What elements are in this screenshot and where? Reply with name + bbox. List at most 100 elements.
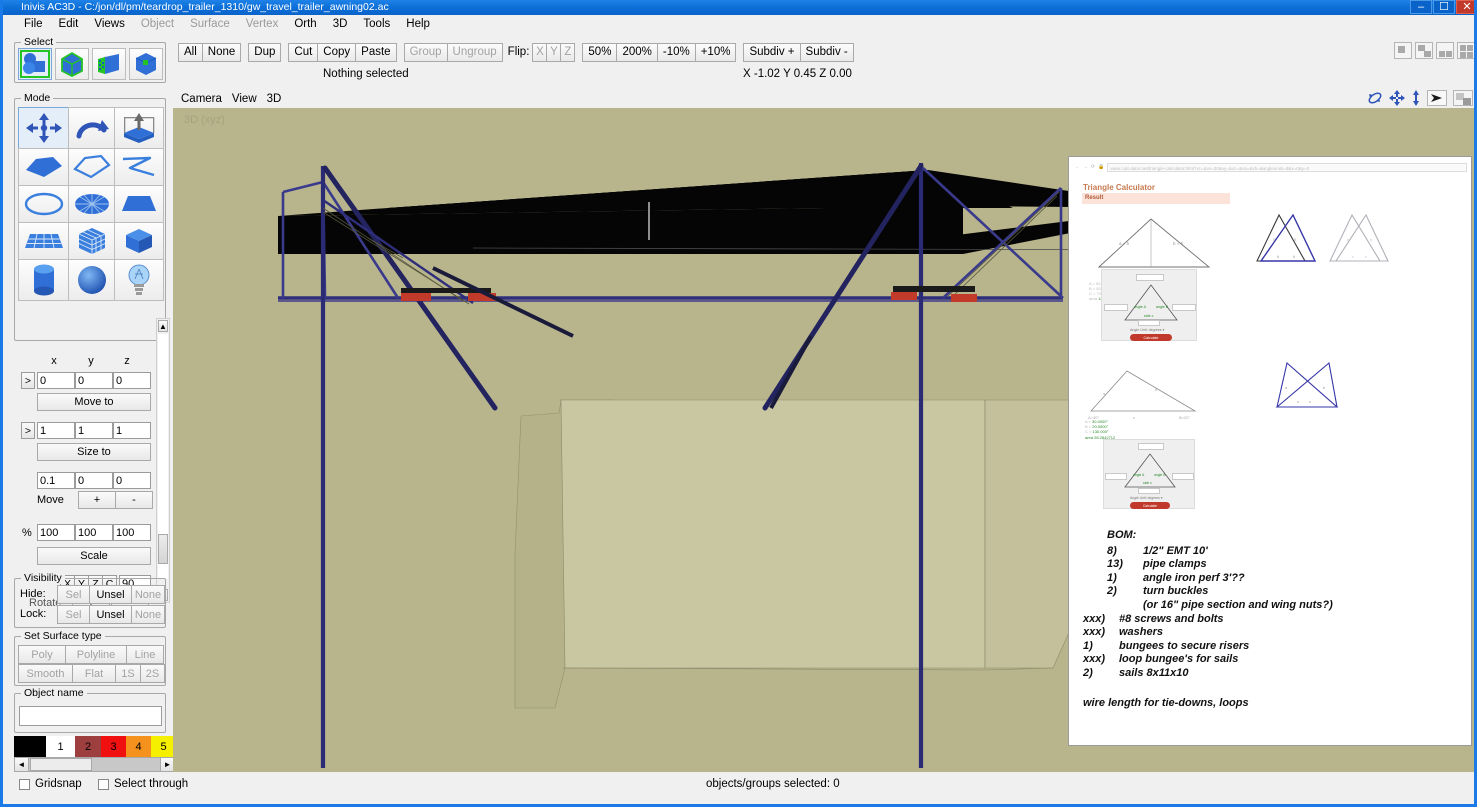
move-by-y-input[interactable] <box>75 472 113 489</box>
layout-two-icon[interactable] <box>1415 42 1433 59</box>
layout-three-icon[interactable] <box>1436 42 1454 59</box>
move-tool-icon[interactable] <box>18 107 70 149</box>
move-plus-button[interactable]: + <box>78 491 116 509</box>
paste-button[interactable]: Paste <box>355 43 396 62</box>
polygon-tool-icon[interactable] <box>18 148 70 186</box>
cut-button[interactable]: Cut <box>288 43 318 62</box>
move-minus-button[interactable]: - <box>115 491 153 509</box>
polyline-tool-icon[interactable] <box>68 148 116 186</box>
calc1-unit-select[interactable]: Angle Unit: degrees ▾ <box>1130 328 1164 332</box>
menu-tools[interactable]: Tools <box>355 18 398 30</box>
palette-scrollbar[interactable]: ◄ ► <box>14 757 175 772</box>
palette-swatch-4[interactable]: 4 <box>126 736 151 757</box>
zoom-vertical-icon[interactable] <box>1411 90 1421 106</box>
light-tool-icon[interactable] <box>114 259 164 301</box>
select-vertex-icon[interactable] <box>129 48 163 80</box>
move-by-x-input[interactable] <box>37 472 75 489</box>
palette-swatch-1[interactable]: 1 <box>46 736 75 757</box>
viewport-menu-view[interactable]: View <box>227 93 262 105</box>
maximize-view-icon[interactable] <box>1453 90 1473 106</box>
calc2-unit-select[interactable]: Angle Unit: degrees ▾ <box>1130 496 1162 500</box>
size-to-z-input[interactable] <box>113 422 151 439</box>
palette-swatch-0[interactable] <box>14 736 46 757</box>
calc1-input-left[interactable] <box>1104 304 1128 311</box>
minimize-button[interactable]: – <box>1410 0 1432 14</box>
palette-scroll-right-icon[interactable]: ► <box>160 758 174 771</box>
scale-x-input[interactable] <box>37 524 75 541</box>
grid-tool-icon[interactable] <box>18 222 70 260</box>
subdivided-cube-icon[interactable] <box>68 222 116 260</box>
3d-viewport[interactable]: 3D (xyz) ← → ⟳ 🔒 www.calculator.net/tria… <box>173 108 1477 772</box>
orbit-icon[interactable] <box>1367 90 1383 106</box>
select-surface-icon[interactable] <box>92 48 126 80</box>
move-to-y-input[interactable] <box>75 372 113 389</box>
gridsnap-checkbox-row[interactable]: Gridsnap <box>19 778 82 790</box>
triangle-calculator-widget-2[interactable]: angle A angle B side c Angle Unit: degre… <box>1103 439 1195 509</box>
extrude-tool-icon[interactable] <box>114 107 164 149</box>
size-to-expander[interactable]: > <box>21 422 35 439</box>
transform-scrollbar[interactable]: ▲ ▼ <box>156 318 170 603</box>
scale-z-input[interactable] <box>113 524 151 541</box>
palette-scroll-left-icon[interactable]: ◄ <box>15 758 29 771</box>
zoom-plus-10-button[interactable]: +10% <box>695 43 737 62</box>
size-to-x-input[interactable] <box>37 422 75 439</box>
triangle-calculator-widget-1[interactable]: angle A angle B side c Angle Unit: degre… <box>1101 269 1197 341</box>
move-to-button[interactable]: Move to <box>37 393 151 411</box>
rotate-tool-icon[interactable] <box>68 107 116 149</box>
subdiv-minus-button[interactable]: Subdiv - <box>800 43 854 62</box>
menu-file[interactable]: File <box>16 18 51 30</box>
viewport-menu-camera[interactable]: Camera <box>176 93 227 105</box>
scale-y-input[interactable] <box>75 524 113 541</box>
menu-3d[interactable]: 3D <box>325 18 356 30</box>
select-all-button[interactable]: All <box>178 43 203 62</box>
select-group-icon[interactable] <box>18 48 52 80</box>
calc2-input-right[interactable] <box>1172 473 1194 480</box>
calc2-input-top[interactable] <box>1138 443 1164 450</box>
move-by-z-input[interactable] <box>113 472 151 489</box>
menu-views[interactable]: Views <box>86 18 132 30</box>
close-button[interactable]: ✕ <box>1456 0 1477 14</box>
plane-tool-icon[interactable] <box>114 185 164 223</box>
scroll-up-arrow-icon[interactable]: ▲ <box>158 320 168 332</box>
zoom-50-button[interactable]: 50% <box>582 43 617 62</box>
calc2-input-bottom[interactable] <box>1138 488 1160 494</box>
duplicate-button[interactable]: Dup <box>248 43 281 62</box>
menu-orth[interactable]: Orth <box>286 18 324 30</box>
calc1-input-right[interactable] <box>1172 304 1196 311</box>
zoom-minus-10-button[interactable]: -10% <box>657 43 696 62</box>
menu-help[interactable]: Help <box>398 18 438 30</box>
gridsnap-checkbox[interactable] <box>19 779 30 790</box>
select-object-icon[interactable] <box>55 48 89 80</box>
select-through-checkbox-row[interactable]: Select through <box>98 778 188 790</box>
move-to-x-input[interactable] <box>37 372 75 389</box>
zoom-200-button[interactable]: 200% <box>616 43 657 62</box>
select-through-checkbox[interactable] <box>98 779 109 790</box>
layout-four-icon[interactable] <box>1457 42 1475 59</box>
pick-arrow-icon[interactable] <box>1427 90 1447 106</box>
hide-unsel-button[interactable]: Unsel <box>89 585 132 604</box>
palette-scroll-thumb[interactable] <box>30 758 92 771</box>
maximize-button[interactable]: ☐ <box>1433 0 1455 14</box>
palette-swatch-2[interactable]: 2 <box>75 736 101 757</box>
freehand-tool-icon[interactable] <box>114 148 164 186</box>
palette-swatch-3[interactable]: 3 <box>101 736 126 757</box>
box-tool-icon[interactable] <box>114 222 164 260</box>
scale-button[interactable]: Scale <box>37 547 151 565</box>
reference-image-window[interactable]: ← → ⟳ 🔒 www.calculator.net/triangle-calc… <box>1068 156 1472 746</box>
disc-tool-icon[interactable] <box>68 185 116 223</box>
layout-single-icon[interactable] <box>1394 42 1412 59</box>
copy-button[interactable]: Copy <box>317 43 356 62</box>
sphere-tool-icon[interactable] <box>68 259 116 301</box>
menu-edit[interactable]: Edit <box>51 18 87 30</box>
subdiv-plus-button[interactable]: Subdiv + <box>743 43 800 62</box>
calc1-input-top[interactable] <box>1136 274 1164 281</box>
circle-tool-icon[interactable] <box>18 185 70 223</box>
viewport-menu-3d[interactable]: 3D <box>262 93 287 105</box>
lock-unsel-button[interactable]: Unsel <box>89 605 132 624</box>
scrollbar-thumb[interactable] <box>158 534 168 564</box>
object-name-input[interactable] <box>19 706 162 726</box>
size-to-y-input[interactable] <box>75 422 113 439</box>
move-to-expander[interactable]: > <box>21 372 35 389</box>
size-to-button[interactable]: Size to <box>37 443 151 461</box>
move-to-z-input[interactable] <box>113 372 151 389</box>
